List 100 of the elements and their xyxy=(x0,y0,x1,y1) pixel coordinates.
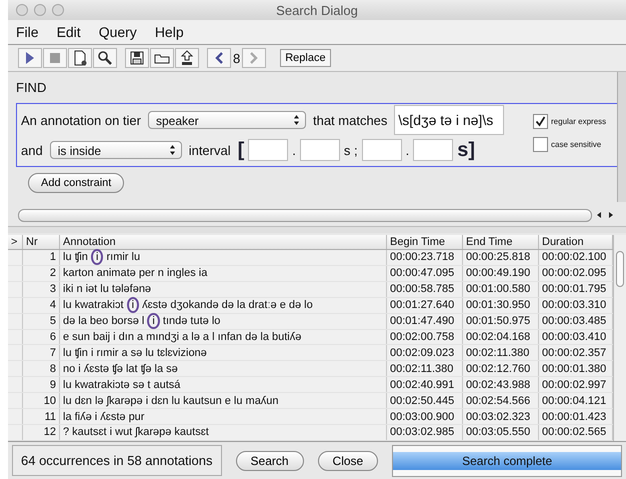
table-cell: iki n iət lu tələfənə xyxy=(60,281,386,298)
time-field[interactable] xyxy=(362,139,402,161)
table-cell xyxy=(8,392,22,409)
table-cell: 3 xyxy=(22,281,60,298)
zoom-window-button[interactable] xyxy=(52,4,64,16)
menu-item[interactable]: File xyxy=(16,24,39,40)
tier-label: An annotation on tier xyxy=(21,112,141,128)
table-cell: e sun baij i dın a mındʒi a lə a l ınfan də la butiʎə xyxy=(60,329,386,345)
unit-text: s ; xyxy=(344,142,358,158)
column-header[interactable]: Annotation xyxy=(60,235,386,250)
checkbox[interactable] xyxy=(533,137,548,152)
relation-dropdown[interactable]: is inside xyxy=(50,141,182,159)
table-cell: lu dɛn lə ʃkarəpə i dɛn lu kautsun e lu maʎun xyxy=(60,392,386,409)
option-label: regular express xyxy=(551,117,606,126)
scroll-right-icon[interactable] xyxy=(607,211,615,219)
table-cell: 00:02:00.758 xyxy=(386,329,462,345)
column-header[interactable]: Duration xyxy=(538,235,612,250)
tier-dropdown[interactable]: speaker xyxy=(148,111,306,129)
search-button[interactable]: Search xyxy=(236,450,304,470)
table-cell: 00:02:11.380 xyxy=(386,360,462,377)
table-cell: 00:03:00.900 xyxy=(386,408,462,424)
option-label: case sensitive xyxy=(551,140,602,149)
interval-label: interval xyxy=(188,142,231,158)
table-cell: 00:00:02.997 xyxy=(538,376,612,393)
table-cell: 9 xyxy=(22,376,60,393)
save-icon[interactable] xyxy=(125,48,149,68)
time-field[interactable] xyxy=(300,139,340,161)
table-cell: karton animatə per n ingles ia xyxy=(60,265,386,282)
table-cell: də la beo borsə l i tındə tutə lo xyxy=(60,313,386,330)
column-header[interactable]: End Time xyxy=(462,235,538,250)
table-cell: 00:01:27.640 xyxy=(386,297,462,314)
table-cell: 4 xyxy=(22,297,60,314)
bracket-text: [ xyxy=(238,138,244,162)
column-header[interactable]: Begin Time xyxy=(386,235,462,250)
menu-item[interactable]: Edit xyxy=(56,24,81,40)
add-constraint-button[interactable]: Add constraint xyxy=(28,173,124,193)
table-cell: 00:00:04.121 xyxy=(538,392,612,409)
table-cell: 00:02:54.566 xyxy=(462,392,538,409)
table-cell: lu ʧin i rımir a sə lu tɛlɛvizionə xyxy=(60,344,386,361)
pattern-field[interactable]: \s[dʒə tə i nə]\s xyxy=(394,105,504,135)
column-header[interactable]: Nr xyxy=(22,235,60,250)
minimize-window-button[interactable] xyxy=(34,4,46,16)
table-cell: 00:00:02.357 xyxy=(538,344,612,361)
find-heading: FIND xyxy=(16,79,48,97)
menu-item[interactable]: Query xyxy=(98,24,137,40)
bracket-text: s] xyxy=(457,138,476,162)
vertical-scrollbar[interactable] xyxy=(617,72,626,202)
time-field[interactable] xyxy=(248,139,288,161)
table-cell: 00:00:49.190 xyxy=(462,265,538,282)
column-header[interactable]: > xyxy=(8,235,22,250)
folder-icon[interactable] xyxy=(150,48,174,68)
table-cell: 00:00:01.380 xyxy=(538,360,612,377)
dropdown-arrows-icon xyxy=(292,114,300,126)
table-cell: 00:00:03.485 xyxy=(538,313,612,330)
table-cell: 00:02:12.760 xyxy=(462,360,538,377)
table-cell xyxy=(8,360,22,377)
menu-item[interactable]: Help xyxy=(154,24,184,40)
table-cell: 11 xyxy=(22,408,60,424)
table-cell: 00:00:01.423 xyxy=(538,408,612,424)
table-cell: 12 xyxy=(22,424,60,440)
table-cell: 00:02:11.380 xyxy=(462,344,538,361)
table-cell: la fiʎə i ʎɛstə pur xyxy=(60,408,386,424)
table-cell xyxy=(8,344,22,361)
table-cell: 00:03:02.985 xyxy=(386,424,462,440)
table-cell: 00:01:00.580 xyxy=(462,281,538,298)
time-field[interactable] xyxy=(413,139,454,161)
search-icon[interactable] xyxy=(93,48,117,68)
table-cell: lu kwatrakiɔt i ʎɛstə dʒokandə də la dratːə e də lo xyxy=(60,297,386,314)
next-icon[interactable] xyxy=(242,48,266,68)
table-cell: 00:02:04.168 xyxy=(462,329,538,345)
table-cell: 00:00:02.100 xyxy=(538,250,612,266)
table-cell: 00:00:25.818 xyxy=(462,250,538,266)
table-cell: 10 xyxy=(22,392,60,409)
export-icon[interactable] xyxy=(175,48,199,68)
table-cell: 5 xyxy=(22,313,60,330)
table-cell: 8 xyxy=(22,360,60,377)
page-number: 8 xyxy=(232,50,242,66)
new-document-icon[interactable] xyxy=(68,48,92,68)
play-icon[interactable] xyxy=(18,48,42,68)
table-cell: 00:02:43.988 xyxy=(462,376,538,393)
table-cell xyxy=(8,265,22,282)
vertical-scrollbar[interactable] xyxy=(613,235,626,441)
close-window-button[interactable] xyxy=(16,4,28,16)
table-cell: 7 xyxy=(22,344,60,361)
table-cell: 6 xyxy=(22,329,60,345)
table-cell: lu ʧin i rımir lu xyxy=(60,250,386,266)
table-cell: 00:00:02.095 xyxy=(538,265,612,282)
close-button[interactable]: Close xyxy=(318,450,378,470)
table-cell: 00:03:02.323 xyxy=(462,408,538,424)
replace-button[interactable]: Replace xyxy=(280,49,331,67)
dot-text: . xyxy=(292,142,296,158)
and-label: and xyxy=(21,142,43,158)
checkbox[interactable] xyxy=(533,114,548,129)
scroll-left-icon[interactable] xyxy=(595,211,603,219)
table-cell: 00:00:47.095 xyxy=(386,265,462,282)
table-cell: 00:00:03.410 xyxy=(538,329,612,345)
matches-label: that matches xyxy=(312,112,388,128)
previous-icon[interactable] xyxy=(207,48,231,68)
table-cell: 00:00:23.718 xyxy=(386,250,462,266)
table-cell: 00:00:03.310 xyxy=(538,297,612,314)
